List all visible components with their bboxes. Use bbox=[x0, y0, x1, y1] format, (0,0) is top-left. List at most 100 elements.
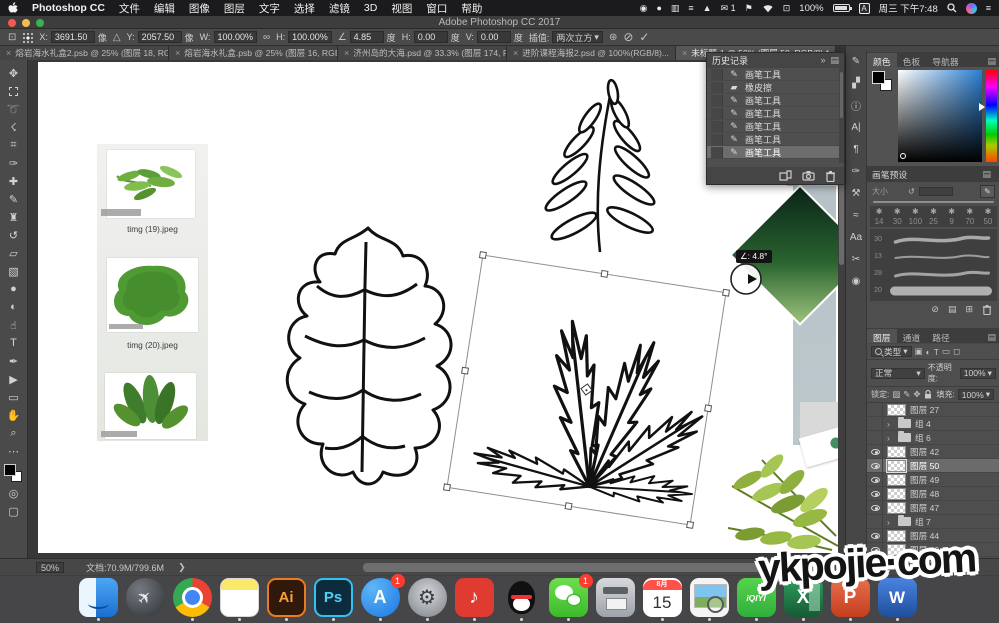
layer-thumbnail[interactable] bbox=[887, 404, 906, 416]
brush-size-input[interactable] bbox=[919, 187, 953, 196]
layer-thumbnail[interactable] bbox=[887, 446, 906, 458]
wechat-icon[interactable]: 1 bbox=[549, 578, 588, 617]
bell-icon[interactable]: ● bbox=[656, 3, 661, 13]
stack-icon[interactable]: ≡ bbox=[688, 3, 693, 13]
collapse-panel-icon[interactable]: » bbox=[820, 55, 825, 66]
dock-qq[interactable] bbox=[501, 578, 541, 621]
new-brush-icon[interactable]: ⊞ bbox=[965, 304, 973, 315]
healing-brush-tool[interactable]: ✚ bbox=[2, 172, 26, 190]
history-source-checkbox[interactable] bbox=[711, 69, 723, 80]
brush-panel-icon[interactable]: ✎ bbox=[846, 50, 866, 72]
calendar-icon[interactable]: 8月15 bbox=[643, 578, 682, 617]
menu-window[interactable]: 窗口 bbox=[426, 1, 447, 16]
brush-tip[interactable]: ✱30 bbox=[888, 207, 906, 226]
dock-preview[interactable] bbox=[689, 578, 729, 621]
interpolation-select[interactable]: 两次立方▾ bbox=[552, 31, 603, 43]
w-input[interactable]: 100.00% bbox=[214, 31, 258, 43]
menu-app-name[interactable]: Photoshop CC bbox=[32, 2, 105, 14]
transform-handle-se[interactable] bbox=[686, 521, 694, 529]
lock-all-icon[interactable] bbox=[924, 390, 932, 399]
layer-row[interactable]: 图层 49 bbox=[867, 473, 999, 487]
layer-filter-select[interactable]: 类型▾ bbox=[871, 346, 912, 357]
spotlight-icon[interactable] bbox=[947, 3, 957, 13]
illustrator-icon[interactable]: Ai bbox=[267, 578, 306, 617]
dock-app-store[interactable]: A1 bbox=[360, 578, 400, 621]
dock-photoshop[interactable]: Ps bbox=[313, 578, 353, 621]
wifi-icon[interactable] bbox=[762, 4, 774, 13]
expand-icon[interactable]: › bbox=[887, 419, 894, 429]
move-tool[interactable]: ✥ bbox=[2, 64, 26, 82]
relative-position-icon[interactable]: △ bbox=[113, 32, 121, 43]
open-preset-icon[interactable]: ▤ bbox=[948, 304, 957, 315]
group-row[interactable]: ›组 6 bbox=[867, 431, 999, 445]
siri-icon[interactable] bbox=[966, 3, 977, 14]
close-icon[interactable]: × bbox=[682, 48, 687, 58]
clone-stamp-tool[interactable]: ♜ bbox=[2, 208, 26, 226]
history-brush-tool[interactable]: ↺ bbox=[2, 226, 26, 244]
layer-row[interactable]: 图层 27 bbox=[867, 403, 999, 417]
apple-icon[interactable] bbox=[8, 2, 20, 14]
history-step[interactable]: ▰橡皮擦 bbox=[707, 81, 844, 94]
actions-panel-icon[interactable]: ◉ bbox=[846, 270, 866, 292]
visibility-toggle[interactable] bbox=[869, 403, 883, 416]
path-select-tool[interactable]: ▶ bbox=[2, 370, 26, 388]
blend-mode-select[interactable]: 正常▾ bbox=[871, 368, 925, 379]
hue-strip[interactable] bbox=[986, 70, 997, 162]
color-sample-point[interactable] bbox=[900, 153, 906, 159]
color-panel-swatches[interactable] bbox=[872, 71, 894, 93]
history-source-checkbox[interactable] bbox=[711, 108, 723, 119]
dock-system-preferences[interactable]: ⚙ bbox=[407, 578, 447, 621]
cancel-transform-button[interactable]: ⊘ bbox=[623, 30, 633, 44]
layer-thumbnail[interactable] bbox=[887, 474, 906, 486]
menu-file[interactable]: 文件 bbox=[119, 1, 140, 16]
filter-shape-layers-icon[interactable]: ▭ bbox=[942, 346, 950, 357]
visibility-toggle[interactable] bbox=[869, 417, 883, 430]
key-icon[interactable]: ⚑ bbox=[745, 3, 753, 13]
notes-icon[interactable] bbox=[220, 578, 259, 617]
smudge-tool[interactable]: ☝ bbox=[2, 316, 26, 334]
transform-handle-w[interactable] bbox=[461, 367, 469, 375]
close-icon[interactable]: × bbox=[513, 48, 518, 58]
qq-penguin-icon[interactable] bbox=[502, 578, 541, 617]
brush-tip[interactable]: ✱14 bbox=[870, 207, 888, 226]
h-input[interactable]: 100.00% bbox=[288, 31, 332, 43]
panel-menu-icon[interactable]: ▤ bbox=[982, 169, 995, 180]
visibility-toggle[interactable] bbox=[869, 445, 883, 458]
more-tools-icon[interactable]: ⋯ bbox=[2, 442, 26, 460]
gear-icon[interactable]: ⚙ bbox=[408, 578, 447, 617]
message-icon[interactable]: ✉ 1 bbox=[721, 3, 736, 13]
eyedropper-tool[interactable]: ✑ bbox=[2, 154, 26, 172]
tab-navigator[interactable]: 导航器 bbox=[926, 53, 964, 67]
lasso-tool[interactable]: ➰ bbox=[2, 100, 26, 118]
history-source-checkbox[interactable] bbox=[711, 95, 723, 106]
hue-slider-arrow[interactable] bbox=[979, 103, 985, 111]
visibility-toggle[interactable] bbox=[869, 459, 883, 472]
close-window-button[interactable] bbox=[8, 19, 16, 27]
tab-channels[interactable]: 通道 bbox=[897, 329, 927, 343]
visibility-toggle[interactable] bbox=[869, 515, 883, 528]
angle-input[interactable]: 4.85 bbox=[350, 31, 384, 43]
dodge-tool[interactable]: ◐ bbox=[2, 298, 26, 316]
dock-chrome[interactable] bbox=[172, 578, 212, 621]
paragraph-panel-icon[interactable]: ¶ bbox=[846, 138, 866, 160]
pen-tool[interactable]: ✒ bbox=[2, 352, 26, 370]
preview-toggle-icon[interactable]: ⊘ bbox=[931, 304, 939, 315]
dock-notes[interactable] bbox=[219, 578, 259, 621]
filter-smart-objects-icon[interactable]: ◻ bbox=[953, 346, 960, 357]
blur-tool[interactable]: ● bbox=[2, 280, 26, 298]
screen-mode-icon[interactable]: ▢ bbox=[2, 502, 26, 520]
tab-layers[interactable]: 图层 bbox=[867, 329, 897, 343]
menu-type[interactable]: 文字 bbox=[259, 1, 280, 16]
transform-handle-sw[interactable] bbox=[443, 483, 451, 491]
tab-swatches[interactable]: 色板 bbox=[897, 53, 927, 67]
brush-tip[interactable]: ✱9 bbox=[943, 207, 961, 226]
eraser-tool[interactable]: ▱ bbox=[2, 244, 26, 262]
history-step[interactable]: ✎画笔工具 bbox=[707, 107, 844, 120]
expand-icon[interactable]: › bbox=[887, 433, 894, 443]
brush-size-slider[interactable] bbox=[873, 201, 994, 203]
transform-bounding-box[interactable] bbox=[446, 254, 726, 525]
dock-launchpad[interactable]: ✈ bbox=[125, 578, 165, 621]
panel-menu-icon[interactable]: ▤ bbox=[830, 55, 839, 66]
cards-icon[interactable]: ▥ bbox=[671, 3, 680, 13]
printer-icon[interactable] bbox=[596, 578, 635, 617]
